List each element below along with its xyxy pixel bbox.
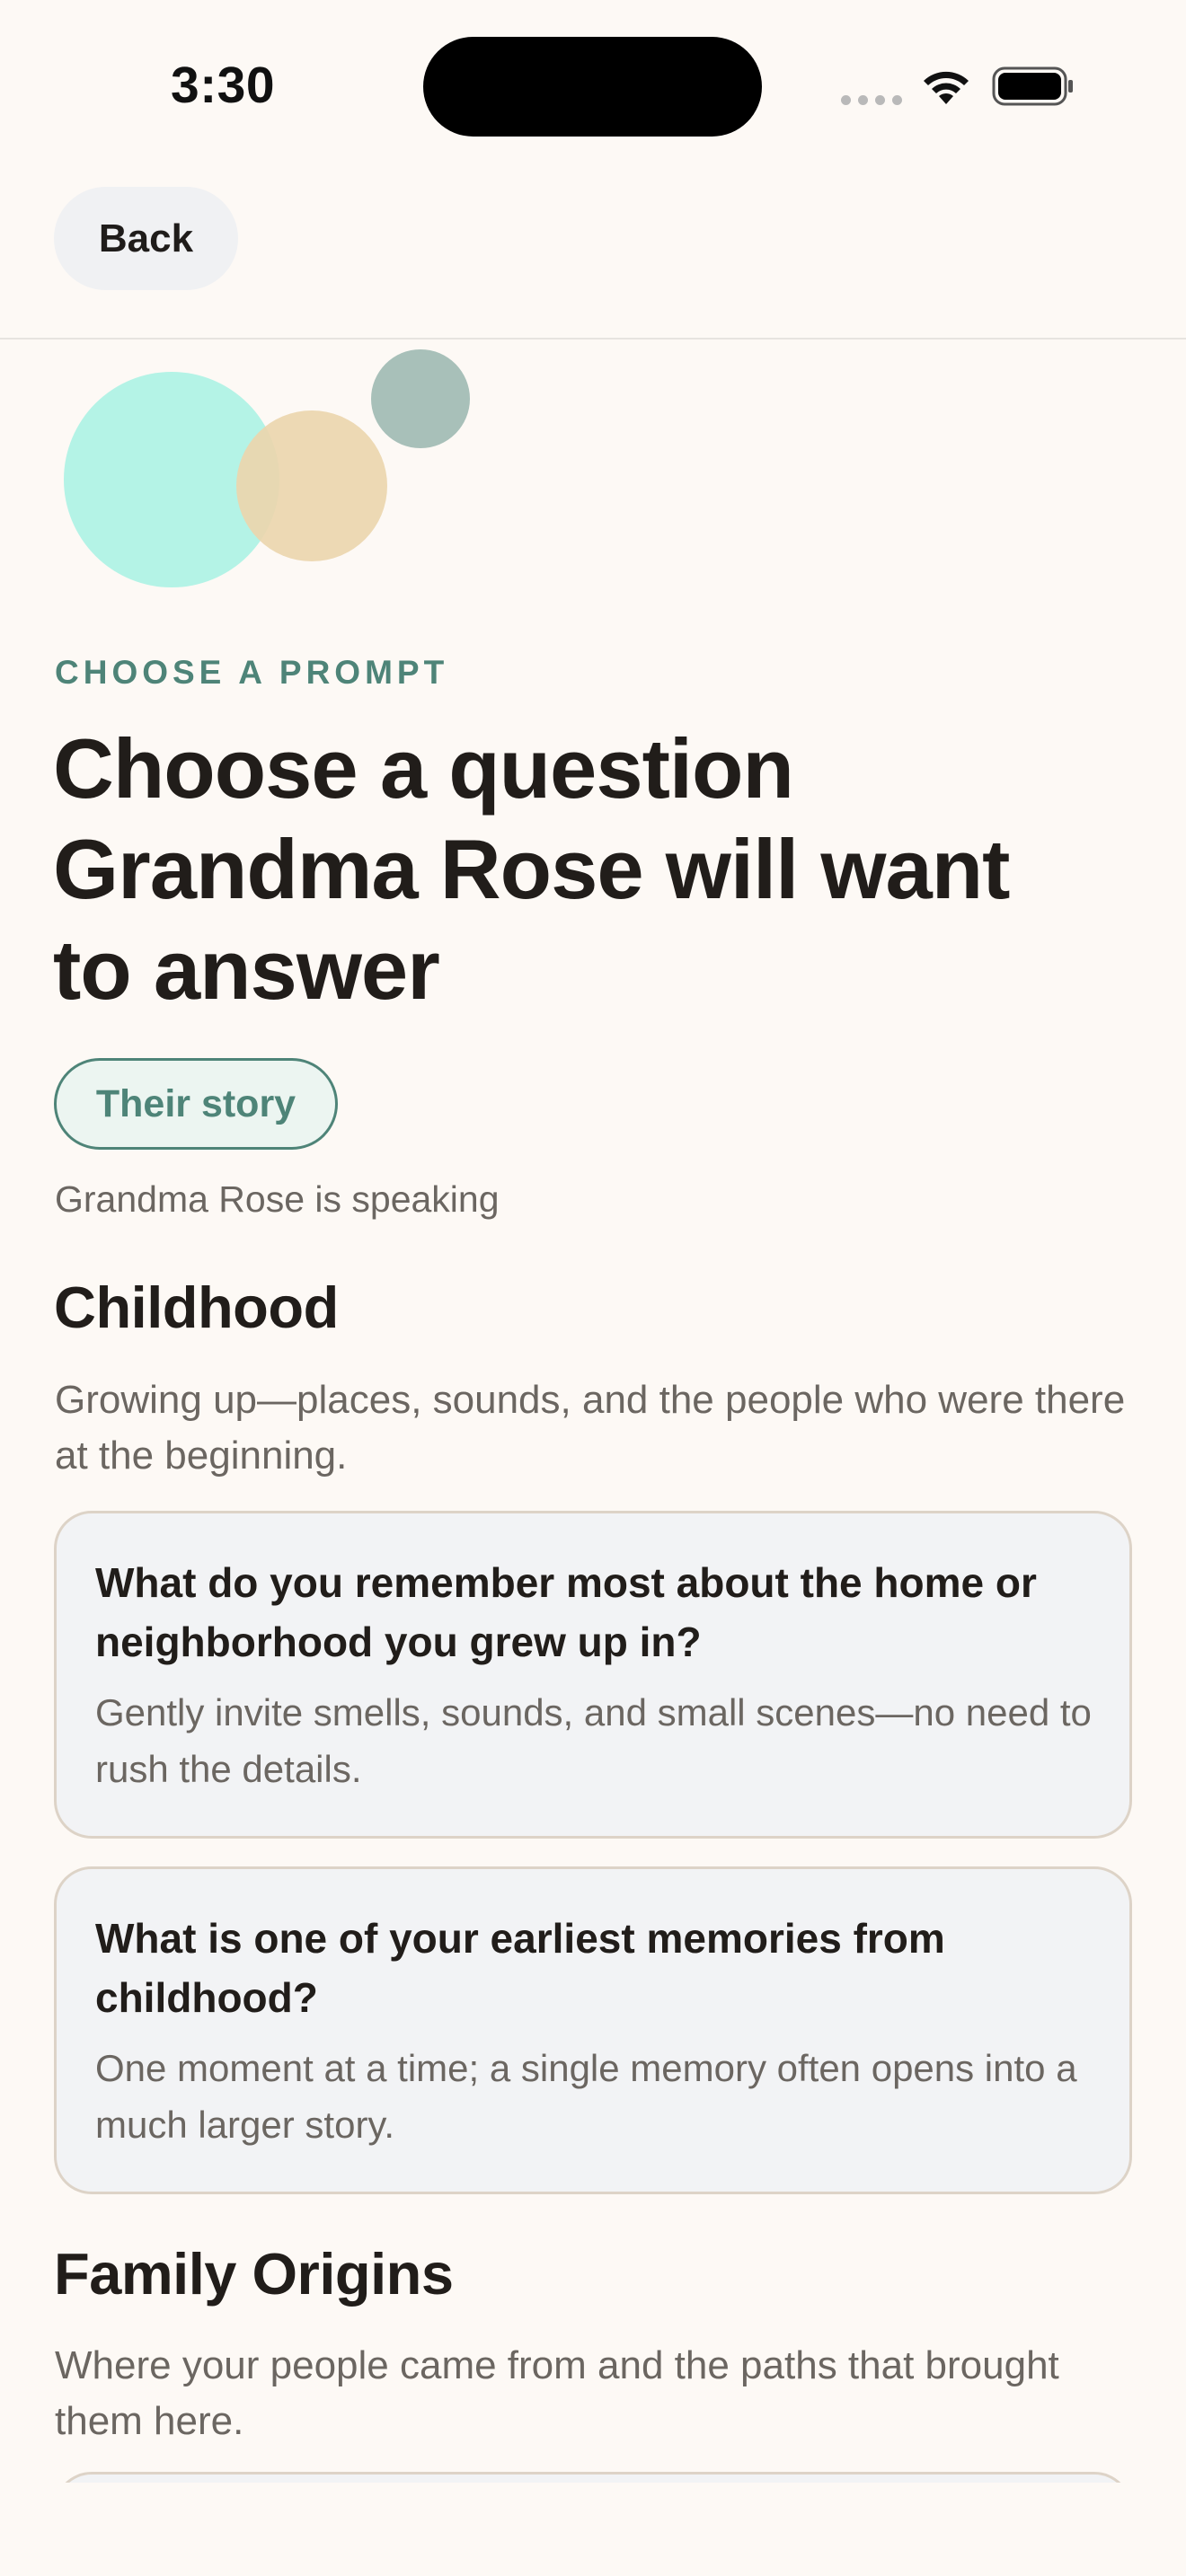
section-title-childhood: Childhood: [54, 1275, 339, 1340]
bottom-safe-area: [0, 2483, 1186, 2576]
prompt-question: What is one of your earliest memories fr…: [95, 1915, 945, 2021]
status-time: 3:30: [171, 57, 276, 114]
section-description: Growing up—places, sounds, and the peopl…: [55, 1378, 1126, 1478]
status-bar: 3:30: [0, 0, 1186, 171]
wifi-icon: [924, 71, 969, 104]
page-title-line: Choose a question: [53, 721, 794, 816]
speaker-note: Grandma Rose is speaking: [55, 1178, 500, 1220]
page-title: Choose a question Grandma Rose will want…: [53, 719, 1131, 1020]
sand-circle: [236, 410, 387, 561]
section-title-family-origins: Family Origins: [54, 2241, 454, 2307]
prompt-question: What do you remember most about the home…: [95, 1559, 1037, 1665]
battery-icon: [992, 66, 1073, 106]
page-title-line: to answer: [53, 922, 440, 1017]
back-button[interactable]: Back: [54, 187, 238, 290]
page-title-line: Grandma Rose will want: [53, 822, 1010, 916]
cellular-signal-icon: [841, 95, 902, 106]
gray-circle: [371, 349, 470, 448]
decorative-circles-illustration: [64, 349, 470, 587]
prompt-card[interactable]: What is one of your earliest memories fr…: [54, 1866, 1132, 2194]
prompt-hint: Gently invite smells, sounds, and small …: [95, 1691, 1092, 1790]
eyebrow-label: CHOOSE A PROMPT: [55, 654, 449, 691]
dynamic-island: [423, 37, 762, 137]
their-story-chip[interactable]: Their story: [54, 1058, 338, 1150]
prompt-card[interactable]: What do you remember most about the home…: [54, 1511, 1132, 1839]
section-description: Where your people came from and the path…: [55, 2343, 1059, 2443]
nav-header: Back: [0, 171, 1186, 340]
prompt-hint: One moment at a time; a single memory of…: [95, 2047, 1077, 2146]
